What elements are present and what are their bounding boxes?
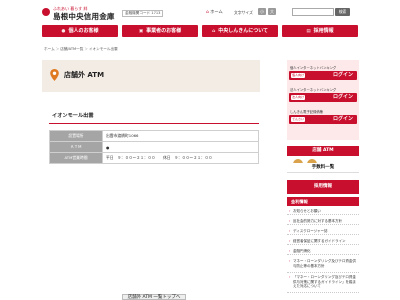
bank-logo[interactable]: ふれあい 暮らす 絆 島根中央信用金庫: [42, 6, 122, 21]
list-item[interactable]: 反社会的勢力に対する基本方針: [287, 219, 359, 225]
building-icon: ▣: [138, 29, 144, 34]
nav-recruit-label: 採用情報: [313, 28, 334, 34]
interest-rate-heading[interactable]: 金利情報: [287, 197, 359, 206]
bank-code-badge: 金融機関コード 1713: [122, 10, 164, 17]
table-row: 設置場所 出雲市渡橋町1066: [49, 130, 259, 142]
sidebar-item-recruit[interactable]: 採用情報: [287, 180, 359, 194]
nav-about-label: 中央しんきんについて: [218, 28, 269, 34]
row-label: ATM営業時間: [49, 152, 103, 164]
location-info-table: 設置場所 出雲市渡橋町1066 ＡＴＭ ● ATM営業時間 平日 ９：００～２１…: [49, 130, 259, 164]
login-caption: 個人インターネットバンキング: [290, 66, 337, 70]
location-name: イオンモール出雲: [52, 113, 94, 119]
home-icon: ⌂: [206, 10, 209, 15]
table-row: ATM営業時間 平日 ９：００～２１：００ 休日 ９：００～２１：００: [49, 152, 259, 164]
corporate-login-button[interactable]: 法人向け ログイン: [289, 93, 357, 102]
search-input[interactable]: [292, 8, 334, 16]
row-value: ●: [102, 141, 259, 153]
list-item[interactable]: マネー・ローンダリング及びテロ資金供与防止等の基本方針: [287, 259, 359, 273]
nav-business[interactable]: ▣ 事業者のお客様: [122, 25, 198, 37]
login-chip: でんさい: [291, 117, 306, 122]
login-chip: 法人向け: [291, 95, 306, 100]
nav-business-label: 事業者のお客様: [146, 28, 182, 34]
atm-list-top-button[interactable]: 店舗外 ATM 一覧トップへ: [122, 294, 186, 300]
login-label: ログイン: [332, 94, 353, 100]
row-value: 出雲市渡橋町1066: [102, 130, 259, 142]
login-caption: しんきん電子記録債権: [290, 110, 323, 114]
breadcrumb-atm-list[interactable]: 店舗/ATM一覧: [60, 47, 83, 51]
row-label: 設置場所: [49, 130, 103, 142]
login-label: ログイン: [332, 116, 353, 122]
list-item[interactable]: お知らせとお願い: [287, 209, 359, 215]
logo-mark-icon: [42, 8, 50, 16]
logo-name: 島根中央信用金庫: [53, 12, 115, 21]
sidebar-item-atm[interactable]: 店舗 ATM: [287, 146, 359, 156]
densai-login-button[interactable]: でんさい ログイン: [289, 115, 357, 124]
text-size-small-button[interactable]: 小: [258, 8, 266, 15]
map-pin-icon: [50, 69, 59, 81]
table-row: ＡＴＭ ●: [49, 141, 259, 153]
text-size-large-button[interactable]: 大: [268, 8, 276, 15]
page-title-bar: 店舗外 ATM: [42, 60, 260, 92]
list-item[interactable]: 経営者保証に関するガイドライン: [287, 239, 359, 245]
nav-about[interactable]: ⌂ 中央しんきんについて: [202, 25, 278, 37]
nav-personal[interactable]: ● 個人のお客様: [42, 25, 118, 37]
breadcrumb-current: イオンモール出雲: [88, 47, 118, 51]
section-divider: [49, 123, 259, 124]
home-link-label: ホーム: [210, 9, 223, 14]
home-icon: ⌂: [211, 29, 216, 34]
nav-recruit[interactable]: ▤ 採用情報: [282, 25, 358, 37]
row-value: 平日 ９：００～２１：００ 休日 ９：００～２１：００: [102, 152, 259, 164]
row-label: ＡＴＭ: [49, 141, 103, 153]
login-label: ログイン: [332, 72, 353, 78]
login-panel: 個人インターネットバンキング 個人向け ログイン 法人インターネットバンキング …: [287, 60, 359, 140]
sidebar-item-fees[interactable]: 手数料一覧: [287, 163, 359, 173]
list-item[interactable]: 「マネー・ローンダリング及びテロ資金供与対策に関するガイドライン」を踏まえた対応…: [287, 275, 359, 293]
login-caption: 法人インターネットバンキング: [290, 88, 337, 92]
page-title: 店舗外 ATM: [64, 71, 105, 79]
search-button[interactable]: 検索: [335, 8, 350, 16]
person-icon: ●: [61, 29, 66, 34]
nav-personal-label: 個人のお客様: [68, 28, 99, 34]
personal-login-button[interactable]: 個人向け ログイン: [289, 71, 357, 80]
list-item[interactable]: ディスクロージャー誌: [287, 229, 359, 235]
text-size-label: 文字サイズ: [234, 9, 253, 15]
document-icon: ▤: [306, 29, 311, 34]
home-link[interactable]: ⌂ ホーム: [206, 9, 223, 15]
list-item[interactable]: 金融円滑化: [287, 249, 359, 255]
breadcrumb: ホーム＞店舗/ATM一覧＞イオンモール出雲: [44, 47, 118, 51]
breadcrumb-home[interactable]: ホーム: [44, 47, 55, 51]
site-header: ふれあい 暮らす 絆 島根中央信用金庫 金融機関コード 1713 ⌂ ホーム 文…: [0, 0, 400, 24]
global-nav: ● 個人のお客様 ▣ 事業者のお客様 ⌂ 中央しんきんについて ▤ 採用情報: [42, 25, 358, 37]
login-chip: 個人向け: [291, 73, 306, 78]
